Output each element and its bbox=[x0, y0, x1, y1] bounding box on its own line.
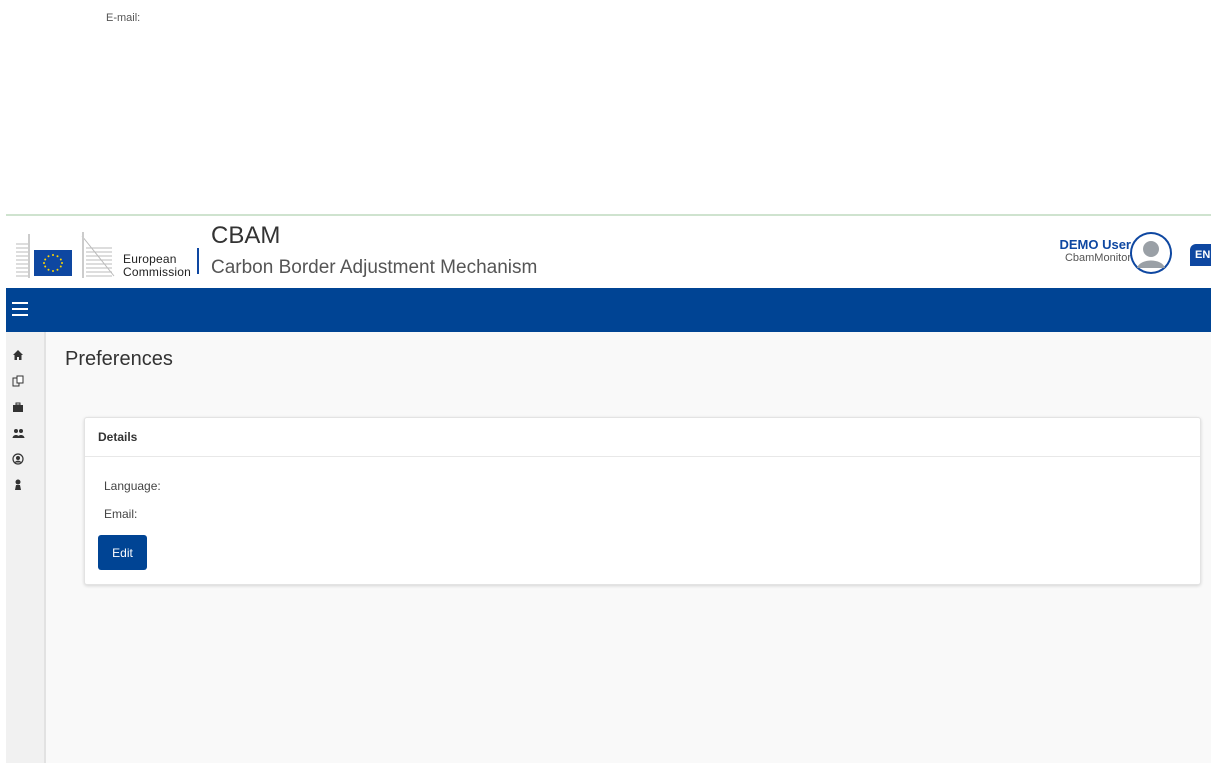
app-title: CBAM bbox=[211, 222, 281, 249]
documents-icon bbox=[12, 375, 24, 387]
sidebar-item-account[interactable] bbox=[6, 446, 44, 472]
top-navbar bbox=[6, 288, 1211, 332]
sidebar-item-briefcase[interactable] bbox=[6, 394, 44, 420]
main-content: Preferences Details Language: Email: Edi… bbox=[46, 332, 1211, 763]
hamburger-menu-icon[interactable] bbox=[12, 302, 28, 316]
org-line-2: Commission bbox=[123, 265, 192, 279]
app-subtitle: Carbon Border Adjustment Mechanism bbox=[211, 257, 538, 278]
sidebar-item-home[interactable] bbox=[6, 342, 44, 368]
user-circle-icon bbox=[12, 453, 24, 465]
sidebar-item-users[interactable] bbox=[6, 420, 44, 446]
language-selector[interactable]: EN bbox=[1190, 244, 1211, 266]
sidebar-item-documents[interactable] bbox=[6, 368, 44, 394]
users-icon bbox=[12, 429, 25, 438]
avatar[interactable] bbox=[1130, 232, 1172, 274]
user-avatar-icon bbox=[1132, 234, 1170, 272]
sidebar bbox=[6, 332, 46, 763]
home-icon bbox=[13, 350, 23, 360]
email-label: Email: bbox=[104, 507, 138, 521]
user-info[interactable]: DEMO User CbamMonitor bbox=[1059, 237, 1131, 265]
sidebar-item-profile[interactable] bbox=[6, 472, 44, 498]
details-card: Details Language: Email: Edit bbox=[84, 417, 1201, 585]
organization-name: European Commission bbox=[123, 253, 191, 279]
email-label-top: E-mail: bbox=[106, 12, 141, 24]
user-name: DEMO User bbox=[1059, 237, 1131, 252]
european-commission-logo[interactable]: European Commission bbox=[10, 222, 200, 282]
masthead: European Commission CBAM Carbon Border A… bbox=[6, 216, 1211, 288]
logo-divider bbox=[197, 248, 199, 274]
page-title: Preferences bbox=[65, 348, 173, 370]
eu-flag-icon bbox=[34, 250, 72, 276]
language-label: Language: bbox=[104, 479, 161, 493]
edit-button[interactable]: Edit bbox=[98, 535, 147, 570]
card-header: Details bbox=[85, 418, 1200, 457]
person-icon bbox=[15, 479, 21, 490]
user-role: CbamMonitor bbox=[1064, 252, 1131, 264]
briefcase-icon bbox=[13, 402, 23, 412]
app-frame: European Commission CBAM Carbon Border A… bbox=[6, 214, 1211, 763]
language-code: EN bbox=[1195, 249, 1211, 261]
